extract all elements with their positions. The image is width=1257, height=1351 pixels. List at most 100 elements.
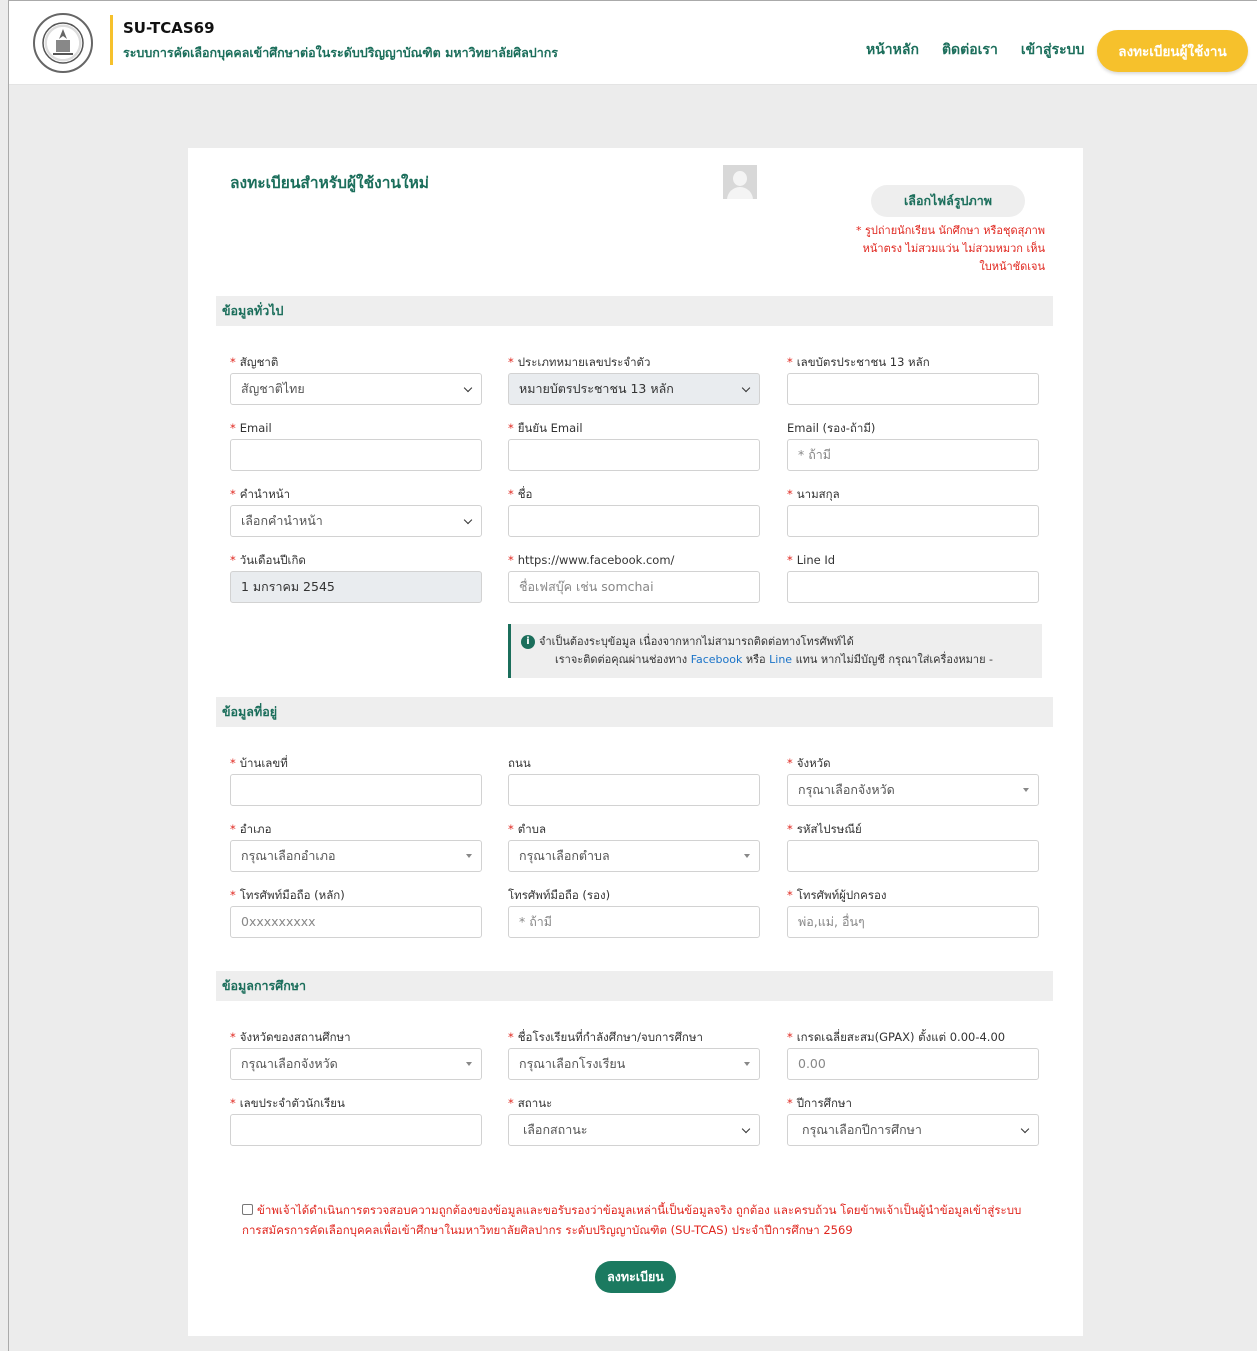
field-academic-year: * ปีการศึกษา กรุณาเลือกปีการศึกษา [787, 1095, 1039, 1146]
field-mobile: * โทรศัพท์มือถือ (หลัก) 0xxxxxxxxx [230, 887, 482, 938]
field-first-name: * ชื่อ [508, 486, 760, 537]
house-no-input[interactable] [230, 774, 482, 806]
school-province-select[interactable]: กรุณาเลือกจังหวัด [230, 1048, 482, 1080]
birthdate-input[interactable]: 1 มกราคม 2545 [230, 571, 482, 603]
district-select[interactable]: กรุณาเลือกอำเภอ [230, 840, 482, 872]
field-nationality: * สัญชาติ สัญชาติไทย [230, 354, 482, 405]
academic-year-select[interactable]: กรุณาเลือกปีการศึกษา [787, 1114, 1039, 1146]
field-label: * ชื่อ [508, 487, 533, 501]
field-guardian-phone: * โทรศัพท์ผู้ปกครอง พ่อ,แม่, อื่นๆ [787, 887, 1039, 938]
mobile-alt-input[interactable]: * ถ้ามี [508, 906, 760, 938]
main-nav: หน้าหลัก ติดต่อเรา เข้าสู่ระบบ [866, 39, 1084, 61]
info-line-1: จำเป็นต้องระบุข้อมูล เนื่องจากหากไม่สามา… [539, 635, 854, 648]
site-title: SU-TCAS69 [123, 19, 215, 37]
last-name-input[interactable] [787, 505, 1039, 537]
registration-card: ลงทะเบียนสำหรับผู้ใช้งานใหม่ เลือกไฟล์รู… [188, 148, 1083, 1336]
field-label: * เลขบัตรประชาชน 13 หลัก [787, 355, 930, 369]
field-status: * สถานะ เลือกสถานะ [508, 1095, 760, 1146]
consent-text: ข้าพเจ้าได้ดำเนินการตรวจสอบความถูกต้องขอ… [242, 1203, 1022, 1237]
field-province: * จังหวัด กรุณาเลือกจังหวัด [787, 755, 1039, 806]
consent-checkbox[interactable] [242, 1204, 253, 1215]
field-label: * ปีการศึกษา [787, 1096, 852, 1110]
field-road: ถนน [508, 755, 760, 806]
info-icon: i [521, 635, 535, 649]
field-label: * บ้านเลขที่ [230, 756, 288, 770]
facebook-input[interactable]: ชื่อเฟสบุ๊ค เช่น somchai [508, 571, 760, 603]
first-name-input[interactable] [508, 505, 760, 537]
field-school-name: * ชื่อโรงเรียนที่กำลังศึกษา/จบการศึกษา กร… [508, 1029, 760, 1080]
email-confirm-input[interactable] [508, 439, 760, 471]
field-label: Email (รอง-ถ้ามี) [787, 421, 876, 435]
field-email-confirm: * ยืนยัน Email [508, 420, 760, 471]
field-label: * โทรศัพท์มือถือ (หลัก) [230, 888, 345, 902]
consent-statement: ข้าพเจ้าได้ดำเนินการตรวจสอบความถูกต้องขอ… [242, 1200, 1032, 1240]
seal-icon [42, 22, 84, 64]
nationality-select[interactable]: สัญชาติไทย [230, 373, 482, 405]
field-label: * Email [230, 421, 272, 435]
page-title: ลงทะเบียนสำหรับผู้ใช้งานใหม่ [230, 174, 430, 192]
field-student-id: * เลขประจำตัวนักเรียน [230, 1095, 482, 1146]
status-select[interactable]: เลือกสถานะ [508, 1114, 760, 1146]
field-label: * วันเดือนปีเกิด [230, 553, 306, 567]
section-education: ข้อมูลการศึกษา [216, 971, 1053, 1001]
register-user-button[interactable]: ลงทะเบียนผู้ใช้งาน [1097, 30, 1248, 72]
field-house-no: * บ้านเลขที่ [230, 755, 482, 806]
field-id-number: * เลขบัตรประชาชน 13 หลัก [787, 354, 1039, 405]
postcode-input[interactable] [787, 840, 1039, 872]
field-mobile-alt: โทรศัพท์มือถือ (รอง) * ถ้ามี [508, 887, 760, 938]
field-label: * อำเภอ [230, 822, 272, 836]
field-label: ถนน [508, 756, 531, 770]
field-label: * นามสกุล [787, 487, 840, 501]
field-label: * ยืนยัน Email [508, 421, 583, 435]
field-label: * จังหวัด [787, 756, 831, 770]
field-line-id: * Line Id [787, 552, 1039, 603]
field-label: * Line Id [787, 553, 836, 567]
field-subdistrict: * ตำบล กรุณาเลือกตำบล [508, 821, 760, 872]
select-photo-button[interactable]: เลือกไฟล์รูปภาพ [871, 185, 1025, 217]
nav-home[interactable]: หน้าหลัก [866, 39, 919, 61]
field-email-alt: Email (รอง-ถ้ามี) * ถ้ามี [787, 420, 1039, 471]
site-subtitle: ระบบการคัดเลือกบุคคลเข้าศึกษาต่อในระดับป… [123, 45, 559, 60]
student-id-input[interactable] [230, 1114, 482, 1146]
field-district: * อำเภอ กรุณาเลือกอำเภอ [230, 821, 482, 872]
field-prefix: * คำนำหน้า เลือกคำนำหน้า [230, 486, 482, 537]
subdistrict-select[interactable]: กรุณาเลือกตำบล [508, 840, 760, 872]
photo-note: * รูปถ่ายนักเรียน นักศึกษา หรือชุดสุภาพ … [856, 224, 1045, 273]
field-facebook: * https://www.facebook.com/ ชื่อเฟสบุ๊ค เ… [508, 552, 760, 603]
field-birthdate: * วันเดือนปีเกิด 1 มกราคม 2545 [230, 552, 482, 603]
field-label: * รหัสไปรษณีย์ [787, 822, 862, 836]
avatar-head [733, 171, 747, 186]
field-id-type: * ประเภทหมายเลขประจำตัว หมายบัตรประชาชน 1… [508, 354, 760, 405]
gpax-input[interactable]: 0.00 [787, 1048, 1039, 1080]
nav-contact[interactable]: ติดต่อเรา [942, 39, 998, 61]
field-label: * ตำบล [508, 822, 547, 836]
prefix-select[interactable]: เลือกคำนำหน้า [230, 505, 482, 537]
info-line-2: เราจะติดต่อคุณผ่านช่องทาง Facebook หรือ … [555, 653, 993, 666]
field-gpax: * เกรดเฉลี่ยสะสม(GPAX) ตั้งแต่ 0.00-4.00 … [787, 1029, 1039, 1080]
email-input[interactable] [230, 439, 482, 471]
email-alt-input[interactable]: * ถ้ามี [787, 439, 1039, 471]
field-label: * จังหวัดของสถานศึกษา [230, 1030, 351, 1044]
top-header: SU-TCAS69 ระบบการคัดเลือกบุคคลเข้าศึกษาต… [9, 1, 1257, 85]
field-school-province: * จังหวัดของสถานศึกษา กรุณาเลือกจังหวัด [230, 1029, 482, 1080]
mobile-input[interactable]: 0xxxxxxxxx [230, 906, 482, 938]
province-select[interactable]: กรุณาเลือกจังหวัด [787, 774, 1039, 806]
field-label: * คำนำหน้า [230, 487, 291, 501]
field-label: * ชื่อโรงเรียนที่กำลังศึกษา/จบการศึกษา [508, 1030, 703, 1044]
field-last-name: * นามสกุล [787, 486, 1039, 537]
id-type-select[interactable]: หมายบัตรประชาชน 13 หลัก [508, 373, 760, 405]
avatar-body [727, 187, 753, 199]
id-number-input[interactable] [787, 373, 1039, 405]
nav-login[interactable]: เข้าสู่ระบบ [1021, 39, 1085, 61]
guardian-phone-input[interactable]: พ่อ,แม่, อื่นๆ [787, 906, 1039, 938]
field-label: * สัญชาติ [230, 355, 279, 369]
field-label: * สถานะ [508, 1096, 553, 1110]
field-label: โทรศัพท์มือถือ (รอง) [508, 888, 611, 902]
road-input[interactable] [508, 774, 760, 806]
university-logo[interactable] [33, 13, 93, 73]
field-label: * เลขประจำตัวนักเรียน [230, 1096, 345, 1110]
submit-register-button[interactable]: ลงทะเบียน [595, 1261, 676, 1293]
line-id-input[interactable] [787, 571, 1039, 603]
field-label: * https://www.facebook.com/ [508, 553, 675, 567]
school-name-select[interactable]: กรุณาเลือกโรงเรียน [508, 1048, 760, 1080]
